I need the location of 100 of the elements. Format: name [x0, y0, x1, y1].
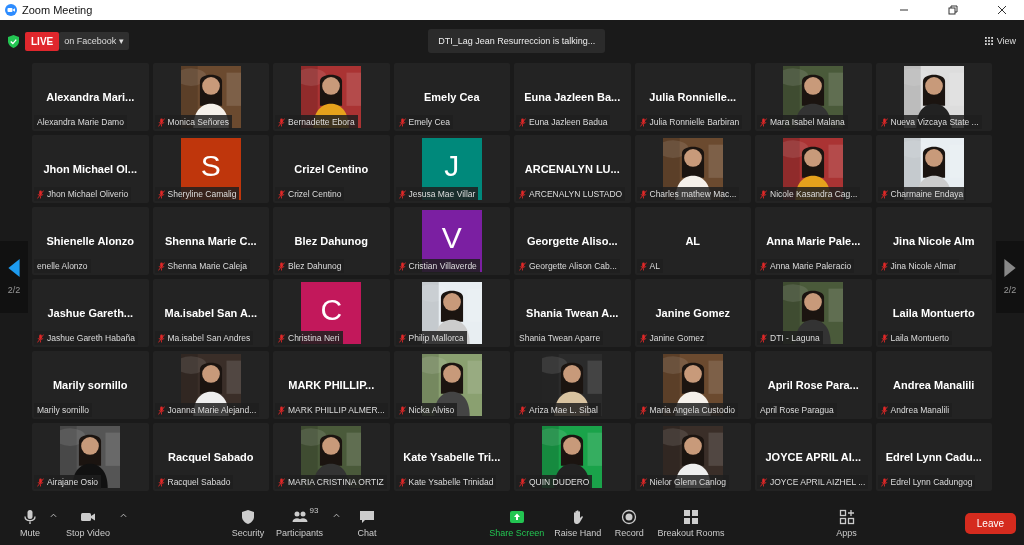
participant-name: Janine Gomez	[655, 307, 731, 319]
participant-label: Monica Señores	[154, 115, 232, 129]
participant-label: Jhon Michael Oliverio	[34, 187, 132, 201]
participant-name: Emely Cea	[423, 91, 480, 103]
participant-label: Nicole Kasandra Cag...	[757, 187, 861, 201]
stream-dropdown[interactable]: on Facebook ▾	[59, 32, 129, 50]
participant-name: Shania Twean A...	[526, 307, 619, 319]
participant-label: Kate Ysabelle Trinidad	[395, 475, 497, 489]
share-screen-icon	[508, 508, 525, 525]
participant-label: Ariza Mae L. Sibal	[516, 403, 601, 417]
participant-name: Alexandra Mari...	[46, 91, 135, 103]
participant-label: MARK PHILLIP ALMER...	[275, 403, 388, 417]
participant-name: AL	[685, 235, 701, 247]
previous-page-button[interactable]: 2/2	[0, 241, 28, 313]
live-badge: LIVE	[25, 31, 60, 51]
microphone-icon	[22, 508, 38, 525]
participant-label: Edrel Lynn Cadungog	[877, 475, 976, 489]
participant-name: Shienelle Alonzo	[46, 235, 135, 247]
participant-label: ARCENALYN LUSTADO	[516, 187, 626, 201]
participant-label: Jina Nicole Almar	[877, 259, 960, 273]
participant-name: JOYCE APRIL AI...	[765, 451, 862, 463]
participant-label: Julia Ronnielle Barbiran	[636, 115, 743, 129]
participant-label: Laila Montuerto	[877, 331, 953, 345]
leave-button[interactable]: Leave	[964, 512, 1017, 534]
participant-label: QUIN DUDERO	[516, 475, 593, 489]
caret-icon[interactable]	[333, 512, 341, 518]
participant-label: Mara Isabel Malana	[757, 115, 848, 129]
app-icon	[5, 4, 17, 16]
toolbar-button[interactable]: Stop Video	[62, 508, 130, 538]
participant-name: Marily sornillo	[52, 379, 128, 391]
participant-label: Euna Jazleen Badua	[516, 115, 611, 129]
toolbar-button[interactable]: Breakout Rooms	[653, 508, 729, 538]
participant-label: Janine Gomez	[636, 331, 708, 345]
toolbar-button[interactable]: Chat	[345, 508, 390, 538]
participant-label: Maria Angela Custodio	[636, 403, 739, 417]
participant-name: Kate Ysabelle Tri...	[403, 451, 501, 463]
grid-icon	[984, 37, 993, 45]
participant-label: Emely Cea	[395, 115, 454, 129]
participant-label: Charmaine Endaya	[877, 187, 967, 201]
toolbar-button[interactable]: Apps	[824, 508, 869, 538]
grid-icon	[682, 508, 699, 525]
apps-icon	[838, 508, 855, 525]
participant-name: Anna Marie Pale...	[766, 235, 861, 247]
participant-name: Jina Nicole Alm	[893, 235, 975, 247]
participant-name: Jashue Gareth...	[47, 307, 134, 319]
shield-icon[interactable]	[8, 34, 19, 48]
restore-icon[interactable]	[948, 5, 958, 15]
participant-name: Jhon Michael Ol...	[43, 163, 137, 175]
toolbar-button[interactable]: Raise Hand	[550, 508, 606, 538]
toolbar-button[interactable]: 93 Participants	[272, 508, 344, 538]
participant-label: Alexandra Marie Damo	[34, 115, 127, 129]
participant-label: Joanna Marie Alejand...	[154, 403, 260, 417]
participant-label: Nielor Glenn Canlog	[636, 475, 730, 489]
chat-bubble-icon	[359, 508, 376, 525]
toolbar-button[interactable]: Mute	[16, 508, 60, 538]
participant-label: Racquel Sabado	[154, 475, 234, 489]
participant-label: Cristian Villaverde	[395, 259, 480, 273]
participant-label: Bernadette Ebora	[275, 115, 358, 129]
toolbar-button[interactable]: Record	[607, 508, 652, 538]
participant-label: Christina Neri	[275, 331, 343, 345]
participant-label: Crizel Centino	[275, 187, 345, 201]
participant-label: Nicka Alviso	[395, 403, 458, 417]
participant-name: Racquel Sabado	[167, 451, 254, 463]
participant-name: MARK PHILLIP...	[288, 379, 375, 391]
participant-label: JOYCE APRIL AIZHEL ...	[757, 475, 869, 489]
participant-name: Julia Ronnielle...	[649, 91, 737, 103]
toolbar-button[interactable]: Security	[226, 508, 271, 538]
participant-name: Crizel Centino	[294, 163, 369, 175]
left-arrow-icon	[8, 259, 20, 277]
participant-label: Charles mathew Mac...	[636, 187, 740, 201]
participant-name: Andrea Manalili	[893, 379, 975, 391]
participant-label: Jesusa Mae Villar	[395, 187, 479, 201]
participant-label: AL	[636, 259, 663, 273]
participant-label: Georgette Alison Cab...	[516, 259, 620, 273]
participant-name: Shenna Marie C...	[164, 235, 257, 247]
participant-name: April Rose Para...	[767, 379, 859, 391]
participant-label: Shania Twean Aparre	[516, 331, 604, 345]
caret-icon[interactable]	[119, 512, 127, 518]
shield-icon	[240, 508, 257, 525]
participant-label: Blez Dahunog	[275, 259, 345, 273]
participant-label: Nueva Vizcaya State ...	[877, 115, 982, 129]
view-button[interactable]: View	[984, 36, 1016, 46]
participant-name: Edrel Lynn Cadu...	[885, 451, 982, 463]
participant-label: April Rose Paragua	[757, 403, 837, 417]
page-counter: 2/2	[1003, 285, 1017, 295]
next-page-button[interactable]: 2/2	[996, 241, 1024, 313]
participant-label: Airajane Osio	[34, 475, 102, 489]
participant-label: Sheryline Camalig	[154, 187, 240, 201]
participant-label: Jashue Gareth Habaña	[34, 331, 138, 345]
participant-label: DTI - Laguna	[757, 331, 823, 345]
page-counter: 2/2	[7, 285, 21, 295]
participant-label: Anna Marie Paleracio	[757, 259, 855, 273]
window-title: Zoom Meeting	[22, 4, 93, 16]
speaker-banner: DTI_Lag Jean Resurreccion is talking...	[428, 29, 606, 53]
participant-name: Laila Montuerto	[892, 307, 975, 319]
close-icon[interactable]	[997, 5, 1007, 15]
participant-name: Georgette Aliso...	[526, 235, 618, 247]
caret-icon[interactable]	[50, 512, 57, 518]
participant-name: Blez Dahunog	[294, 235, 368, 247]
toolbar-button[interactable]: Share Screen	[485, 508, 549, 538]
